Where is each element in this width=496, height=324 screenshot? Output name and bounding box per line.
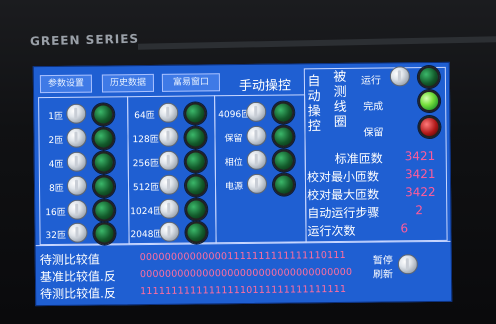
phase-label: 相位 [224,157,243,169]
hmi-screen: 参数设置 历史数据 富易窗口 手动操控 1匝 2匝 4匝 8匝 16匝 32匝 … [32,61,453,307]
pause-refresh-button[interactable] [397,254,418,275]
scale-label-32: 32匝 [45,230,67,242]
tab-window[interactable]: 富易窗口 [161,73,221,92]
stat-min-label: 校对最小匝数 [306,169,380,185]
power-lamp [272,173,296,196]
coil-char-2: 测 [333,84,347,101]
scale-512-lamp [184,174,208,197]
coil-char-3: 线 [333,99,347,116]
reserve-status-label: 保留 [363,127,384,139]
scale-2048-lamp [185,221,208,244]
run-lamp [417,65,441,89]
stat-standard-value: 3421 [404,148,436,164]
scale-label-16: 16匝 [45,207,66,219]
stat-runs-value: 6 [400,221,409,236]
stat-min-value: 3421 [404,166,436,182]
coil-label: 被 测 线 圈 [332,70,349,130]
auto-char-2: 动 [307,89,321,105]
compare-label-2: 基准比较值.反 [39,269,116,285]
scale-1024-button[interactable] [159,198,180,219]
scale-4096-button[interactable] [246,101,267,122]
auto-char-1: 自 [307,74,321,90]
stat-step-value: 2 [415,203,423,218]
brand-label: GREEN SERIES [29,31,140,49]
scale-256-lamp [184,150,207,173]
done-lamp [418,89,441,113]
coil-char-1: 被 [333,69,347,86]
auto-char-4: 控 [307,119,321,135]
stat-step-label: 自动运行步骤 [307,205,380,221]
tab-history-data[interactable]: 历史数据 [101,73,155,93]
phase-lamp [272,149,295,172]
scale-1024-lamp [185,198,208,221]
scale-label-1: 1匝 [48,111,64,123]
compare-label-1: 待测比较值 [39,252,100,268]
coil-char-4: 圈 [333,114,347,131]
scale-4-button[interactable] [66,151,87,172]
stat-standard-label: 标准匝数 [334,151,383,167]
compare-label-3: 待测比较值.反 [40,286,117,302]
scale-label-256: 256匝 [132,158,160,170]
scale-32-lamp [93,222,116,245]
stat-max-label: 校对最大匝数 [307,187,380,203]
scale-label-4: 4匝 [48,159,64,171]
scale-label-2: 2匝 [48,135,64,147]
power-label: 电源 [224,181,244,193]
scale-2-lamp [92,127,115,150]
scale-2-button[interactable] [66,127,87,148]
scale-label-2048: 2048匝 [130,229,163,241]
scale-label-512: 512匝 [132,182,160,194]
phase-button[interactable] [246,149,267,170]
scale-64-button[interactable] [158,102,179,123]
scale-4-lamp [92,151,115,174]
compare-value-3: 111111111111111110111111111111111 [140,283,347,298]
reserve-lamp [272,125,295,148]
tab-parameter-settings[interactable]: 参数设置 [39,74,93,94]
auto-control-label: 自 动 操 控 [306,74,323,134]
scale-1-button[interactable] [66,103,87,124]
scale-128-button[interactable] [158,126,179,147]
scale-2048-button[interactable] [159,221,180,242]
stat-runs-label: 运行次数 [307,223,356,239]
compare-value-1: 000000000000001111111111111110111 [139,249,346,264]
power-button[interactable] [246,173,268,194]
scale-label-1024: 1024匝 [130,206,163,218]
compare-value-2: 0000000000000000000000000000000000 [139,266,353,281]
scale-1-lamp [92,103,115,126]
scale-256-button[interactable] [158,150,179,171]
scale-label-64: 64匝 [134,110,155,122]
scale-label-128: 128匝 [132,134,159,146]
scale-64-lamp [184,102,207,125]
auto-char-3: 操 [307,104,321,120]
stat-max-value: 3422 [405,184,436,200]
pause-label-1: 暂停 [372,255,393,267]
pause-label-2: 刷新 [372,269,394,281]
scale-16-lamp [93,199,116,222]
scale-8-button[interactable] [66,175,88,196]
run-button[interactable] [389,66,410,87]
scale-8-lamp [92,175,116,198]
reserve-status-lamp [418,115,441,139]
done-label: 完成 [363,101,384,113]
scale-512-button[interactable] [158,174,180,195]
scale-4096-lamp [272,101,295,124]
scale-16-button[interactable] [67,199,88,220]
scale-label-8: 8匝 [48,183,64,195]
reserve-button[interactable] [246,125,267,146]
scale-128-lamp [184,126,207,149]
scale-32-button[interactable] [67,222,88,243]
reserve-label: 保留 [224,133,243,145]
run-label: 运行 [360,75,381,87]
page-title: 手动操控 [238,78,292,95]
